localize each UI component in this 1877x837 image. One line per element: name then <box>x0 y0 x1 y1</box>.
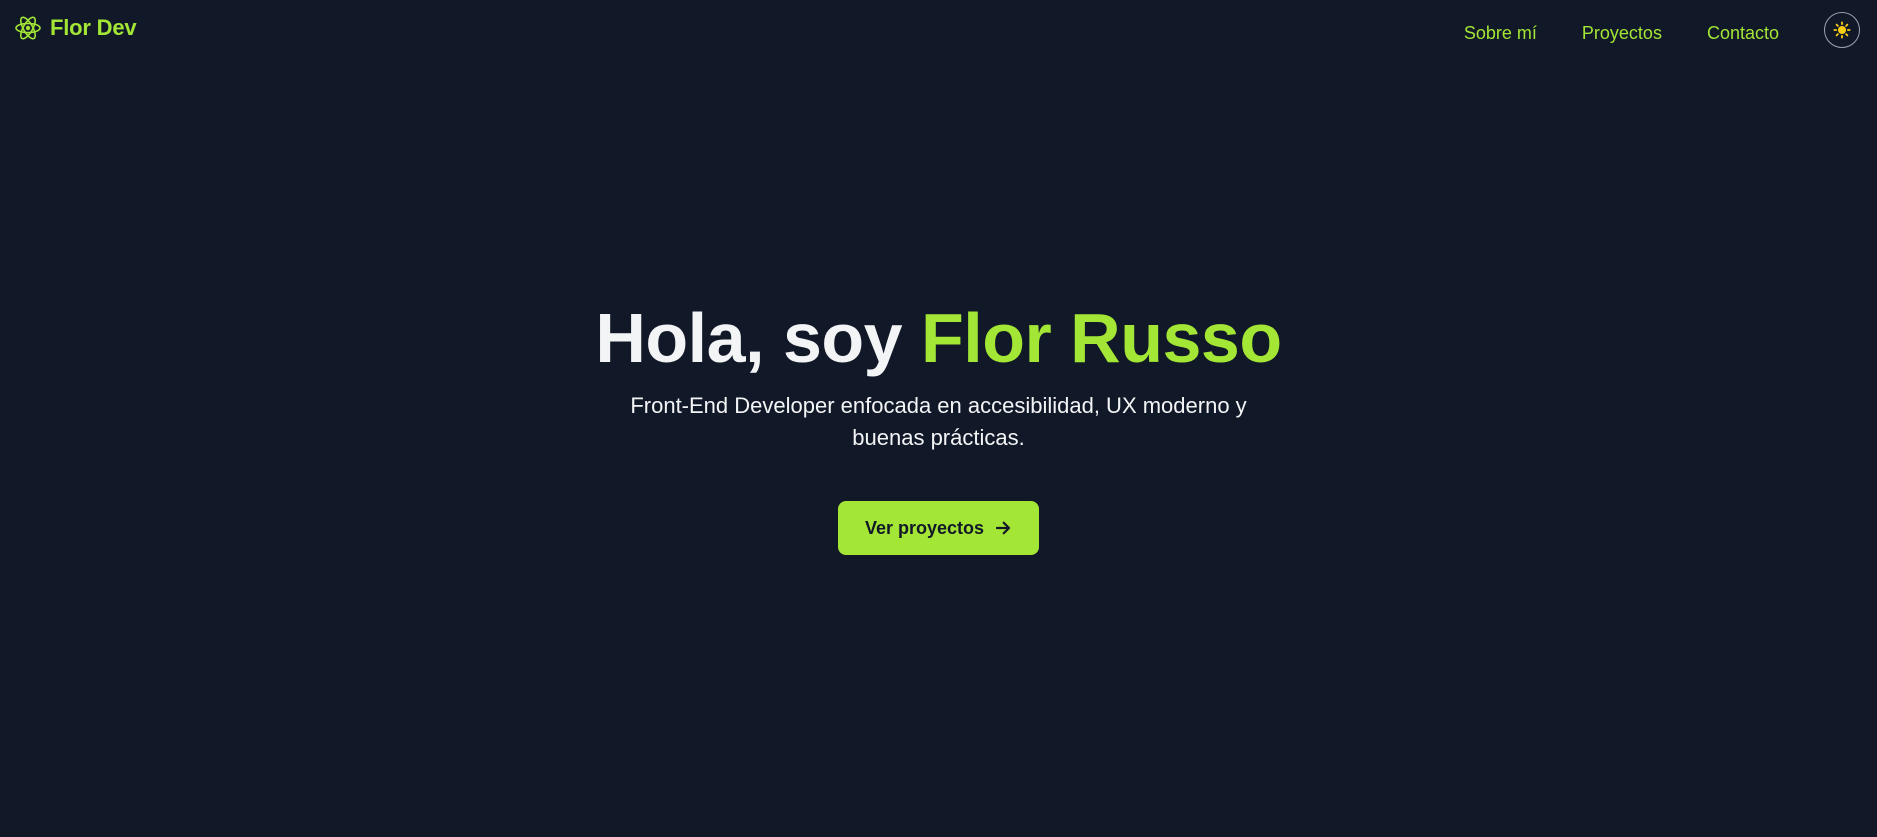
sun-icon <box>1833 21 1851 39</box>
navbar: Flor Dev Sobre mí Proyectos Contacto <box>0 0 1877 62</box>
view-projects-button[interactable]: Ver proyectos <box>837 501 1040 555</box>
arrow-right-icon <box>994 519 1012 537</box>
atom-icon <box>14 14 42 42</box>
view-projects-label: Ver proyectos <box>864 517 985 538</box>
hero-title: Hola, soy Flor Russo <box>0 296 1877 380</box>
brand-link[interactable]: Flor Dev <box>14 14 137 42</box>
main-nav: Sobre mí Proyectos Contacto <box>1464 22 1779 44</box>
brand-name: Flor Dev <box>50 15 137 40</box>
nav-link-sobre-mi[interactable]: Sobre mí <box>1464 22 1537 44</box>
nav-link-proyectos[interactable]: Proyectos <box>1582 22 1662 44</box>
theme-toggle-button[interactable] <box>1824 12 1860 48</box>
nav-link-contacto[interactable]: Contacto <box>1707 22 1779 44</box>
hero-subtitle: Front-End Developer enfocada en accesibi… <box>630 393 1247 450</box>
hero-section: Hola, soy Flor Russo Front-End Developer… <box>0 296 1877 555</box>
hero-title-name: Flor Russo <box>921 299 1282 377</box>
hero-title-prefix: Hola, soy <box>595 299 922 377</box>
